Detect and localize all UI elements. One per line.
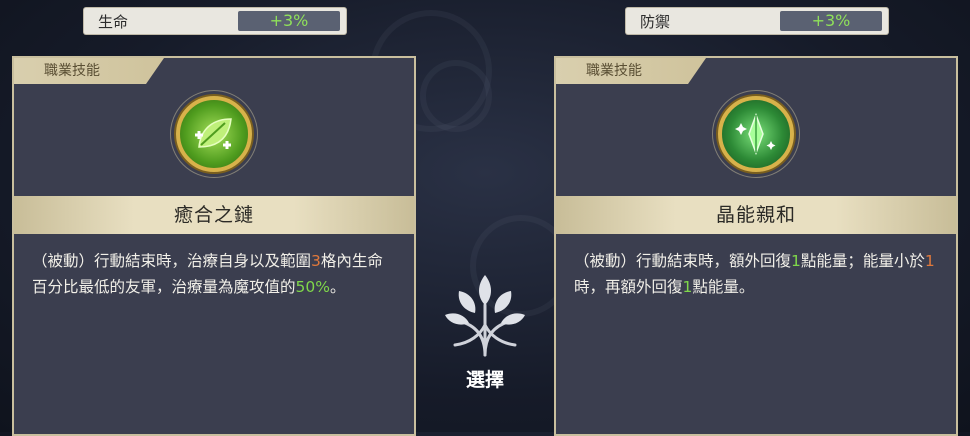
- highlight-value: 1: [682, 278, 693, 296]
- description-text: （被動）行動結束時，額外回復: [574, 252, 792, 270]
- stat-label: 防禦: [640, 12, 671, 31]
- tree-emblem-icon: [445, 275, 525, 357]
- skill-icon-frame: [170, 90, 258, 178]
- background-swirl: [420, 60, 492, 132]
- select-button[interactable]: 選擇: [425, 265, 545, 405]
- green-crystal-icon: [718, 96, 794, 172]
- card-tab: 職業技能: [556, 58, 706, 84]
- skill-description: （被動）行動結束時，額外回復1點能量；能量小於1時，再額外回復1點能量。: [574, 248, 938, 300]
- description-text: 點能量；能量小於: [800, 252, 925, 270]
- skill-icon-frame: [712, 90, 800, 178]
- skill-name: 晶能親和: [556, 196, 956, 234]
- skill-card-left[interactable]: 職業技能 癒合之鏈 （被動）行動結束時，治療自身以及範圍3格內生命百分比最低的友…: [12, 56, 416, 436]
- stat-label: 生命: [98, 12, 129, 31]
- highlight-value: 3: [311, 252, 321, 270]
- stat-value: +3%: [780, 11, 882, 31]
- description-text: 時，再額外回復: [574, 278, 683, 296]
- highlight-value: 1: [791, 252, 801, 270]
- highlight-value: 50%: [295, 278, 330, 296]
- stat-value: +3%: [238, 11, 340, 31]
- skill-description: （被動）行動結束時，治療自身以及範圍3格內生命百分比最低的友軍，治療量為魔攻值的…: [32, 248, 396, 300]
- description-text: 點能量。: [692, 278, 755, 296]
- skill-name: 癒合之鏈: [14, 196, 414, 234]
- leaf-heal-icon: [176, 96, 252, 172]
- description-text: （被動）行動結束時，治療自身以及範圍: [32, 252, 312, 270]
- description-text: 。: [329, 278, 346, 296]
- stat-defense-pill: 防禦 +3%: [626, 8, 888, 34]
- skill-card-right[interactable]: 職業技能 晶能親和 （被動）行動結束時，額外回復1點能量；能量小於1時，再額外回…: [554, 56, 958, 436]
- card-tab: 職業技能: [14, 58, 164, 84]
- select-label: 選擇: [465, 369, 504, 391]
- stat-hp-pill: 生命 +3%: [84, 8, 346, 34]
- highlight-value: 1: [924, 252, 935, 270]
